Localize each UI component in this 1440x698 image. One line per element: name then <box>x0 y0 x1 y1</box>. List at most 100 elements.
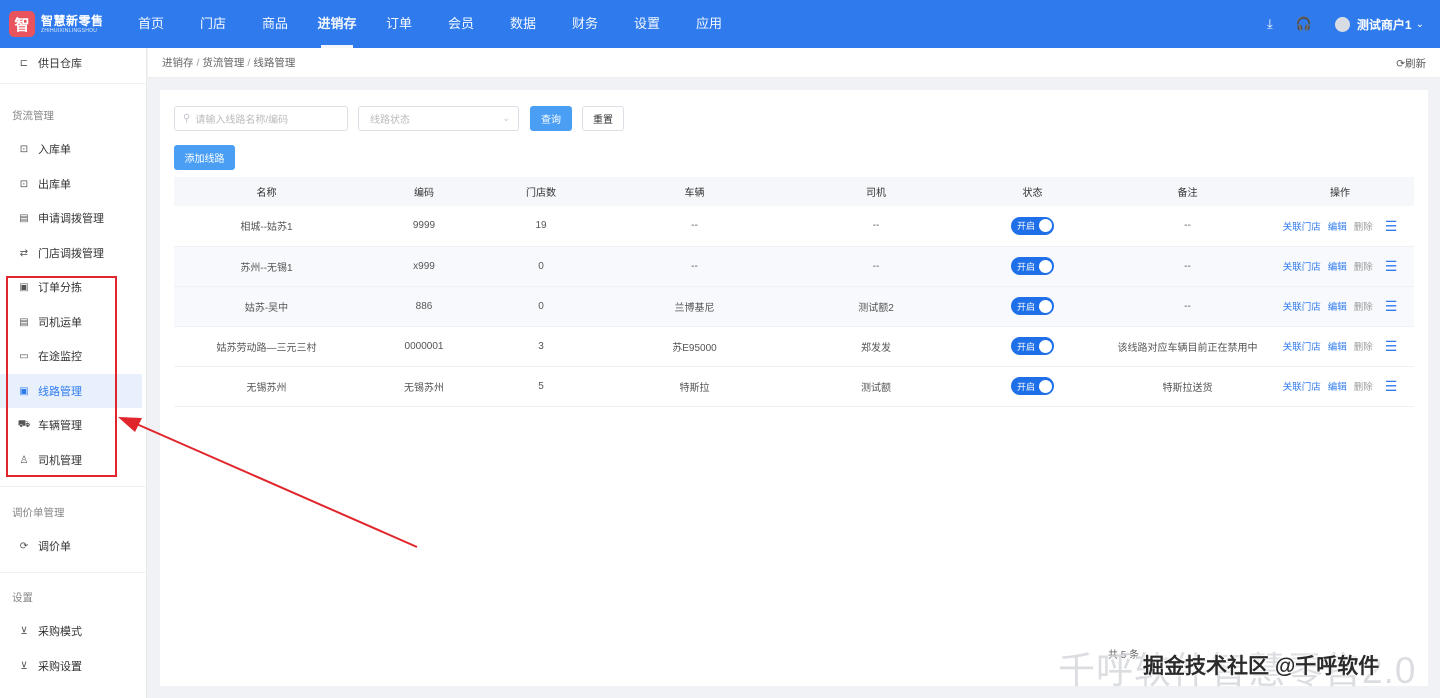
menu-icon[interactable]: ☰ <box>1385 219 1398 233</box>
sidebar-item-purchase-mode[interactable]: ⊻ 采购模式 <box>0 614 142 648</box>
sidebar-item-label: 入库单 <box>38 144 71 156</box>
cell-note: 特斯拉送货 <box>1109 366 1266 407</box>
status-toggle[interactable]: 开启 <box>1011 377 1054 395</box>
link-stores-button[interactable]: 关联门店 <box>1283 259 1321 273</box>
main-nav: 首页 门店 商品 进销存 订单 会员 数据 财务 设置 应用 <box>120 0 740 48</box>
nav-item-finance[interactable]: 财务 <box>554 0 616 48</box>
sidebar-item-outbound[interactable]: ⊡ 出库单 <box>0 167 142 201</box>
toggle-knob <box>1039 379 1052 393</box>
sidebar-item-label: 出库单 <box>38 179 71 191</box>
cell-status: 开启 <box>956 206 1109 247</box>
delete-button[interactable]: 删除 <box>1354 379 1373 393</box>
status-toggle[interactable]: 开启 <box>1011 216 1054 235</box>
sidebar-item-label: 采购模式 <box>38 626 82 638</box>
download-icon[interactable]: ⤓ <box>1253 16 1287 32</box>
status-toggle-label: 开启 <box>1017 381 1036 392</box>
cell-code: x999 <box>359 246 489 287</box>
menu-icon[interactable]: ☰ <box>1385 259 1398 273</box>
nav-item-home[interactable]: 首页 <box>120 0 182 48</box>
delete-button[interactable]: 删除 <box>1354 299 1373 313</box>
nav-item-members[interactable]: 会员 <box>430 0 492 48</box>
toggle-knob <box>1039 299 1052 313</box>
headset-icon[interactable]: 🎧 <box>1287 16 1321 32</box>
column-header-note: 备注 <box>1109 177 1266 206</box>
menu-icon[interactable]: ☰ <box>1385 299 1398 313</box>
status-toggle-label: 开启 <box>1017 301 1036 312</box>
delete-button[interactable]: 删除 <box>1354 259 1373 273</box>
sidebar-item-label: 采购设置 <box>38 661 82 673</box>
chevron-down-icon: ⌄ <box>502 113 510 123</box>
delete-button[interactable]: 删除 <box>1354 339 1373 353</box>
breadcrumb-item[interactable]: 进销存 <box>162 55 194 70</box>
add-route-button[interactable]: 添加线路 <box>174 145 235 170</box>
chart-icon: ▤ <box>19 212 29 224</box>
column-header-stores: 门店数 <box>489 177 593 206</box>
breadcrumb-separator: / <box>196 56 200 69</box>
content-panel: ⚲ 请输入线路名称/编码 线路状态 ⌄ 查询 重置 添加线路 名称 编码 门店数… <box>160 90 1428 686</box>
link-stores-button[interactable]: 关联门店 <box>1283 219 1321 233</box>
search-input[interactable]: ⚲ 请输入线路名称/编码 <box>174 106 348 131</box>
edit-button[interactable]: 编辑 <box>1328 219 1347 233</box>
status-toggle[interactable]: 开启 <box>1011 257 1054 275</box>
cell-code: 0000001 <box>359 326 489 367</box>
link-stores-button[interactable]: 关联门店 <box>1283 299 1321 313</box>
cell-actions: 关联门店 编辑 删除 ☰ <box>1266 286 1414 327</box>
refresh-icon: ⟳ <box>19 540 29 552</box>
cell-status: 开启 <box>956 246 1109 287</box>
inbound-icon: ⊡ <box>19 143 29 155</box>
delete-button[interactable]: 删除 <box>1354 219 1373 233</box>
top-navbar: 智 智慧新零售 ZHIHUIXINLINGSHOU 首页 门店 商品 进销存 订… <box>0 0 1440 48</box>
cell-stores: 0 <box>489 286 593 327</box>
breadcrumb-item[interactable]: 货流管理 <box>202 55 244 70</box>
query-button[interactable]: 查询 <box>530 106 572 131</box>
column-header-status: 状态 <box>956 177 1109 206</box>
cell-actions: 关联门店 编辑 删除 ☰ <box>1266 206 1414 247</box>
sidebar-group-pricing: 调价单管理 <box>12 507 65 519</box>
nav-item-settings[interactable]: 设置 <box>616 0 678 48</box>
refresh-button[interactable]: ⟳刷新 <box>1396 56 1426 71</box>
sidebar-item-price-adjust[interactable]: ⟳ 调价单 <box>0 529 142 563</box>
status-toggle[interactable]: 开启 <box>1011 297 1054 315</box>
edit-button[interactable]: 编辑 <box>1328 339 1347 353</box>
brand-logo[interactable]: 智 智慧新零售 ZHIHUIXINLINGSHOU <box>0 11 120 37</box>
warehouse-icon: ⊏ <box>19 57 29 69</box>
menu-icon[interactable]: ☰ <box>1385 379 1398 393</box>
nav-item-data[interactable]: 数据 <box>492 0 554 48</box>
sidebar-item-label: 门店调拨管理 <box>38 248 104 260</box>
edit-button[interactable]: 编辑 <box>1328 379 1347 393</box>
sidebar-item-purchase-settings[interactable]: ⊻ 采购设置 <box>0 649 142 683</box>
nav-item-apps[interactable]: 应用 <box>678 0 740 48</box>
annotation-highlight-box <box>6 276 117 477</box>
cell-name: 姑苏-吴中 <box>174 286 359 327</box>
sidebar-item-inbound[interactable]: ⊡ 入库单 <box>0 132 142 166</box>
edit-button[interactable]: 编辑 <box>1328 299 1347 313</box>
link-stores-button[interactable]: 关联门店 <box>1283 339 1321 353</box>
link-stores-button[interactable]: 关联门店 <box>1283 379 1321 393</box>
cell-vehicle: -- <box>593 246 796 287</box>
sidebar-item-transfer-request[interactable]: ▤ 申请调拨管理 <box>0 201 142 235</box>
cell-stores: 0 <box>489 246 593 287</box>
cell-actions: 关联门店 编辑 删除 ☰ <box>1266 326 1414 367</box>
menu-icon[interactable]: ☰ <box>1385 339 1398 353</box>
chevron-down-icon: ⌄ <box>1415 18 1424 30</box>
table-row: 相城--姑苏1 9999 19 -- -- 开启 -- 关联门店 编辑 删除 ☰ <box>174 206 1414 247</box>
sidebar-item-store-transfer[interactable]: ⇄ 门店调拨管理 <box>0 236 142 270</box>
cell-status: 开启 <box>956 326 1109 367</box>
reset-button[interactable]: 重置 <box>582 106 624 131</box>
cell-status: 开启 <box>956 366 1109 407</box>
nav-item-orders[interactable]: 订单 <box>368 0 430 48</box>
status-toggle-label: 开启 <box>1017 261 1036 272</box>
route-status-select[interactable]: 线路状态 ⌄ <box>358 106 519 131</box>
nav-item-inventory[interactable]: 进销存 <box>306 0 368 48</box>
user-menu[interactable]: 测试商户1 ⌄ <box>1334 16 1424 33</box>
refresh-icon: ⟳ <box>1396 58 1405 70</box>
status-toggle[interactable]: 开启 <box>1011 337 1054 355</box>
nav-item-stores[interactable]: 门店 <box>182 0 244 48</box>
column-header-vehicle: 车辆 <box>593 177 796 206</box>
edit-button[interactable]: 编辑 <box>1328 259 1347 273</box>
cell-name: 苏州--无锡1 <box>174 246 359 287</box>
sidebar-item-partial[interactable]: ⊏ 供日仓库 <box>0 48 142 78</box>
toggle-knob <box>1039 219 1052 233</box>
nav-item-products[interactable]: 商品 <box>244 0 306 48</box>
sidebar-divider <box>0 572 147 573</box>
